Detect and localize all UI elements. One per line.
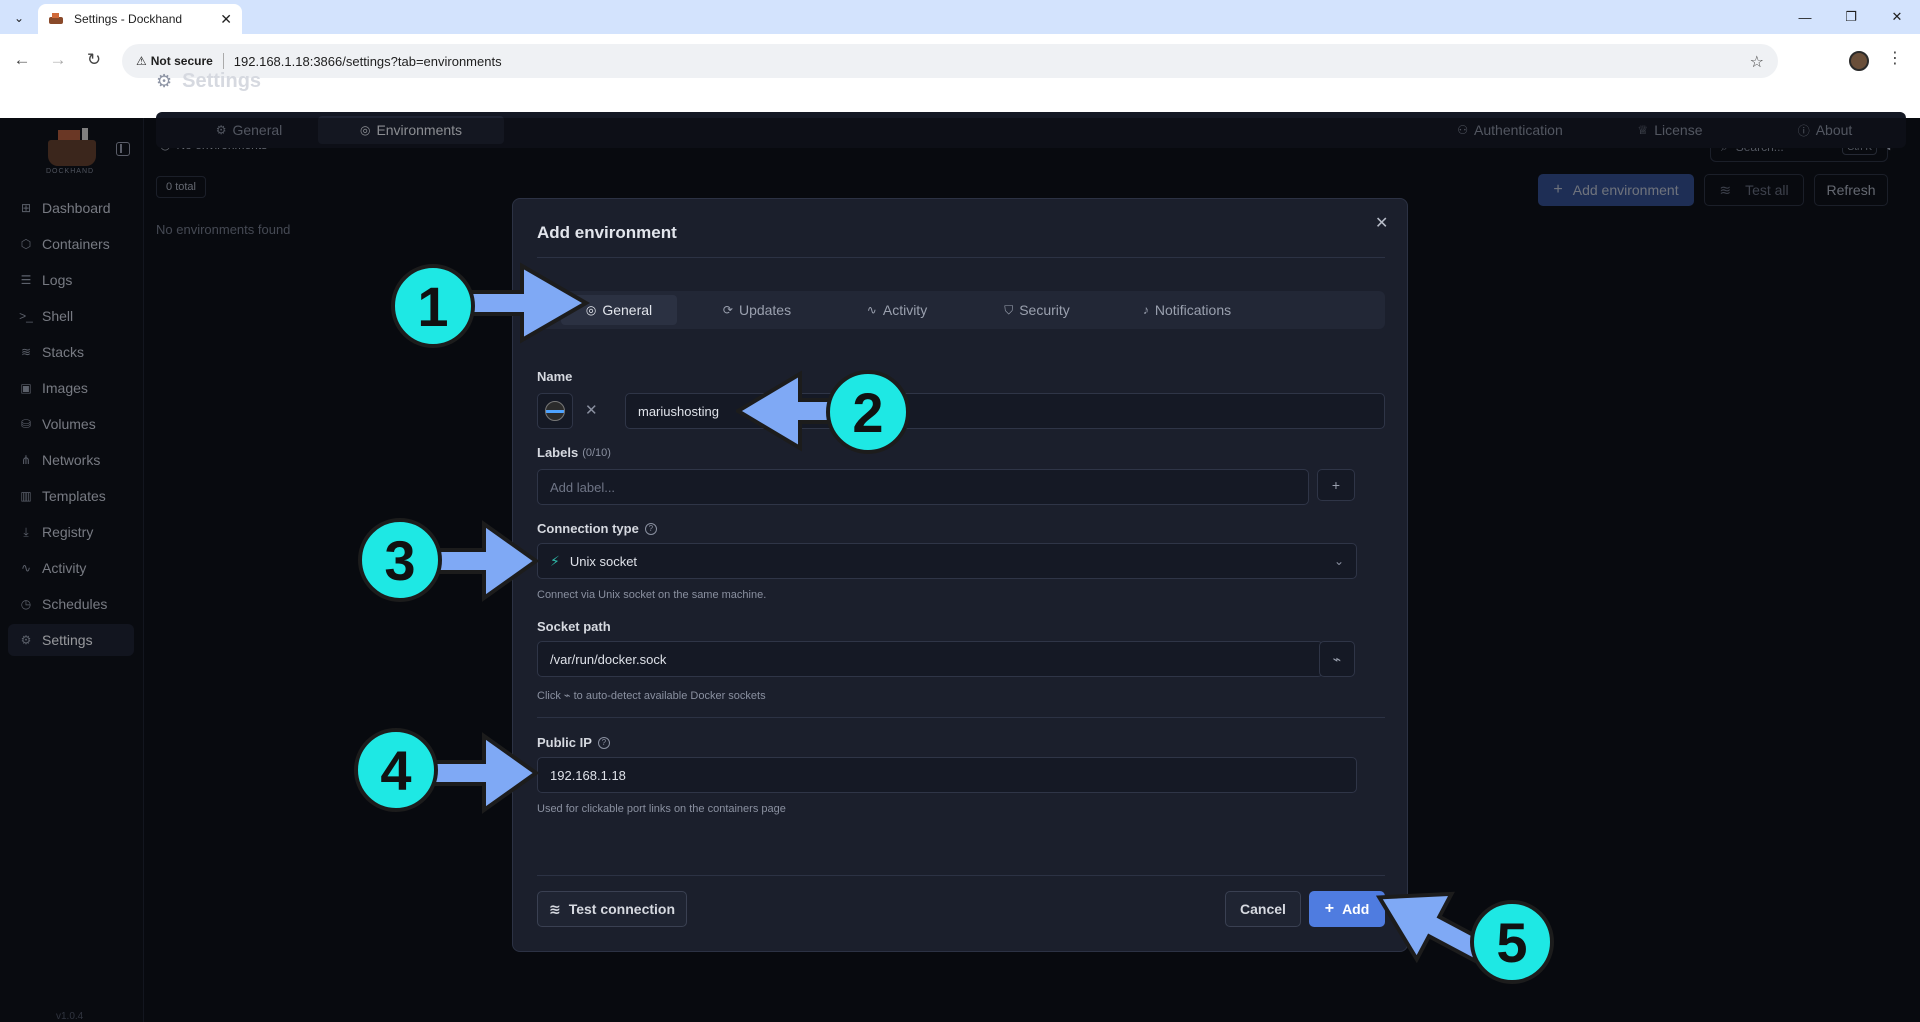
bell-icon: ♪ <box>1142 303 1149 317</box>
browser-tabstrip: ⌄ Settings - Dockhand ✕ — ❐ ✕ <box>0 0 1920 34</box>
bookmark-star-icon[interactable]: ☆ <box>1750 52 1764 72</box>
socket-path-label: Socket path <box>537 619 611 634</box>
labels-input[interactable]: Add label... <box>537 469 1309 505</box>
connection-type-select[interactable]: ⚡ Unix socket ⌄ <box>537 543 1357 579</box>
dialog-tab-activity-label: Activity <box>882 302 928 318</box>
environment-avatar-icon <box>545 401 565 421</box>
chevron-down-icon: ⌄ <box>1333 554 1344 568</box>
help-icon[interactable]: ? <box>597 736 610 749</box>
callout-1: 1 <box>391 264 475 348</box>
browser-tab-title: Settings - Dockhand <box>74 12 183 26</box>
dialog-tab-security-label: Security <box>1019 302 1070 318</box>
not-secure-label[interactable]: Not secure <box>151 54 213 68</box>
test-connection-label: Test connection <box>568 901 676 917</box>
callout-arrow-4 <box>420 732 540 814</box>
wifi-icon: ≋ <box>548 900 561 917</box>
page-title-text: Settings <box>182 70 262 92</box>
detect-wand-icon: ⌁ <box>563 690 571 702</box>
dockhand-favicon-icon <box>48 12 64 26</box>
tab-close-icon[interactable]: ✕ <box>220 11 232 28</box>
plug-icon: ⚡ <box>550 552 560 569</box>
socket-path-input[interactable]: /var/run/docker.sock <box>537 641 1323 677</box>
public-ip-input[interactable]: 192.168.1.18 <box>537 757 1357 793</box>
address-bar[interactable]: ⚠ Not secure 192.168.1.18:3866/settings?… <box>122 44 1778 78</box>
shield-icon: ⛉ <box>1004 302 1014 317</box>
test-connection-button[interactable]: ≋ Test connection <box>537 891 687 927</box>
forward-arrow-icon[interactable]: → <box>44 46 72 74</box>
dialog-tabs: ◎ General ⟳ Updates ∿ Activity ⛉ Securit… <box>537 291 1385 329</box>
public-ip-hint: Used for clickable port links on the con… <box>537 803 786 815</box>
minimize-icon[interactable]: — <box>1782 0 1828 34</box>
back-arrow-icon[interactable]: ← <box>8 46 36 74</box>
add-label: Add <box>1342 901 1370 917</box>
callout-2: 2 <box>826 370 910 454</box>
callout-4: 4 <box>354 728 438 812</box>
add-label-plus-icon[interactable]: + <box>1317 469 1355 501</box>
dialog-tab-security[interactable]: ⛉ Security <box>977 295 1097 325</box>
browser-tab[interactable]: Settings - Dockhand ✕ <box>38 4 242 34</box>
warning-icon: ⚠ <box>136 54 147 68</box>
window-controls: — ❐ ✕ <box>1782 0 1920 34</box>
callout-5: 5 <box>1470 900 1554 984</box>
name-label: Name <box>537 369 573 384</box>
window-close-icon[interactable]: ✕ <box>1874 0 1920 34</box>
connection-type-hint: Connect via Unix socket on the same mach… <box>537 589 767 601</box>
environment-icon-picker[interactable] <box>537 393 573 429</box>
dialog-tab-updates-label: Updates <box>738 302 792 318</box>
socket-path-hint: Click ⌁ to auto-detect available Docker … <box>537 690 766 702</box>
auto-detect-socket-icon[interactable]: ⌁ <box>1319 641 1355 677</box>
close-icon[interactable]: ✕ <box>1375 213 1388 233</box>
section-divider <box>537 717 1385 718</box>
url-text[interactable]: 192.168.1.18:3866/settings?tab=environme… <box>234 54 502 69</box>
dialog-tab-updates[interactable]: ⟳ Updates <box>697 295 817 325</box>
dialog-header-divider <box>537 257 1385 258</box>
footer-divider <box>537 875 1385 876</box>
restore-icon[interactable]: ❐ <box>1828 0 1874 34</box>
help-icon[interactable]: ? <box>644 522 657 535</box>
plus-icon: + <box>1324 900 1335 917</box>
add-environment-dialog: Add environment ✕ ◎ General ⟳ Updates ∿ … <box>512 198 1408 952</box>
dialog-tab-general-label: General <box>602 302 653 318</box>
callout-3: 3 <box>358 518 442 602</box>
dialog-tab-notifications[interactable]: ♪ Notifications <box>1117 295 1257 325</box>
browser-menu-icon[interactable]: ⋮ <box>1887 48 1903 68</box>
connection-type-value: Unix socket <box>569 553 638 569</box>
dialog-title: Add environment <box>537 223 677 242</box>
gear-icon: ⚙ <box>156 71 173 91</box>
cancel-button[interactable]: Cancel <box>1225 891 1301 927</box>
reload-icon[interactable]: ↻ <box>80 46 108 74</box>
public-ip-label: Public IP ? <box>537 735 610 750</box>
dialog-tab-notifications-label: Notifications <box>1154 302 1232 318</box>
labels-count: (0/10) <box>582 446 611 459</box>
updates-icon: ⟳ <box>722 303 733 317</box>
tab-search-chevron-icon[interactable]: ⌄ <box>8 7 30 29</box>
connection-type-label: Connection type ? <box>537 521 657 536</box>
dialog-tab-activity[interactable]: ∿ Activity <box>837 295 957 325</box>
labels-label: Labels (0/10) <box>537 445 611 460</box>
clear-icon[interactable]: ✕ <box>585 401 598 419</box>
page-title: ⚙ Settings <box>156 70 261 93</box>
omnibox-separator <box>222 53 224 69</box>
activity-icon: ∿ <box>866 303 877 317</box>
profile-avatar[interactable] <box>1849 51 1869 71</box>
